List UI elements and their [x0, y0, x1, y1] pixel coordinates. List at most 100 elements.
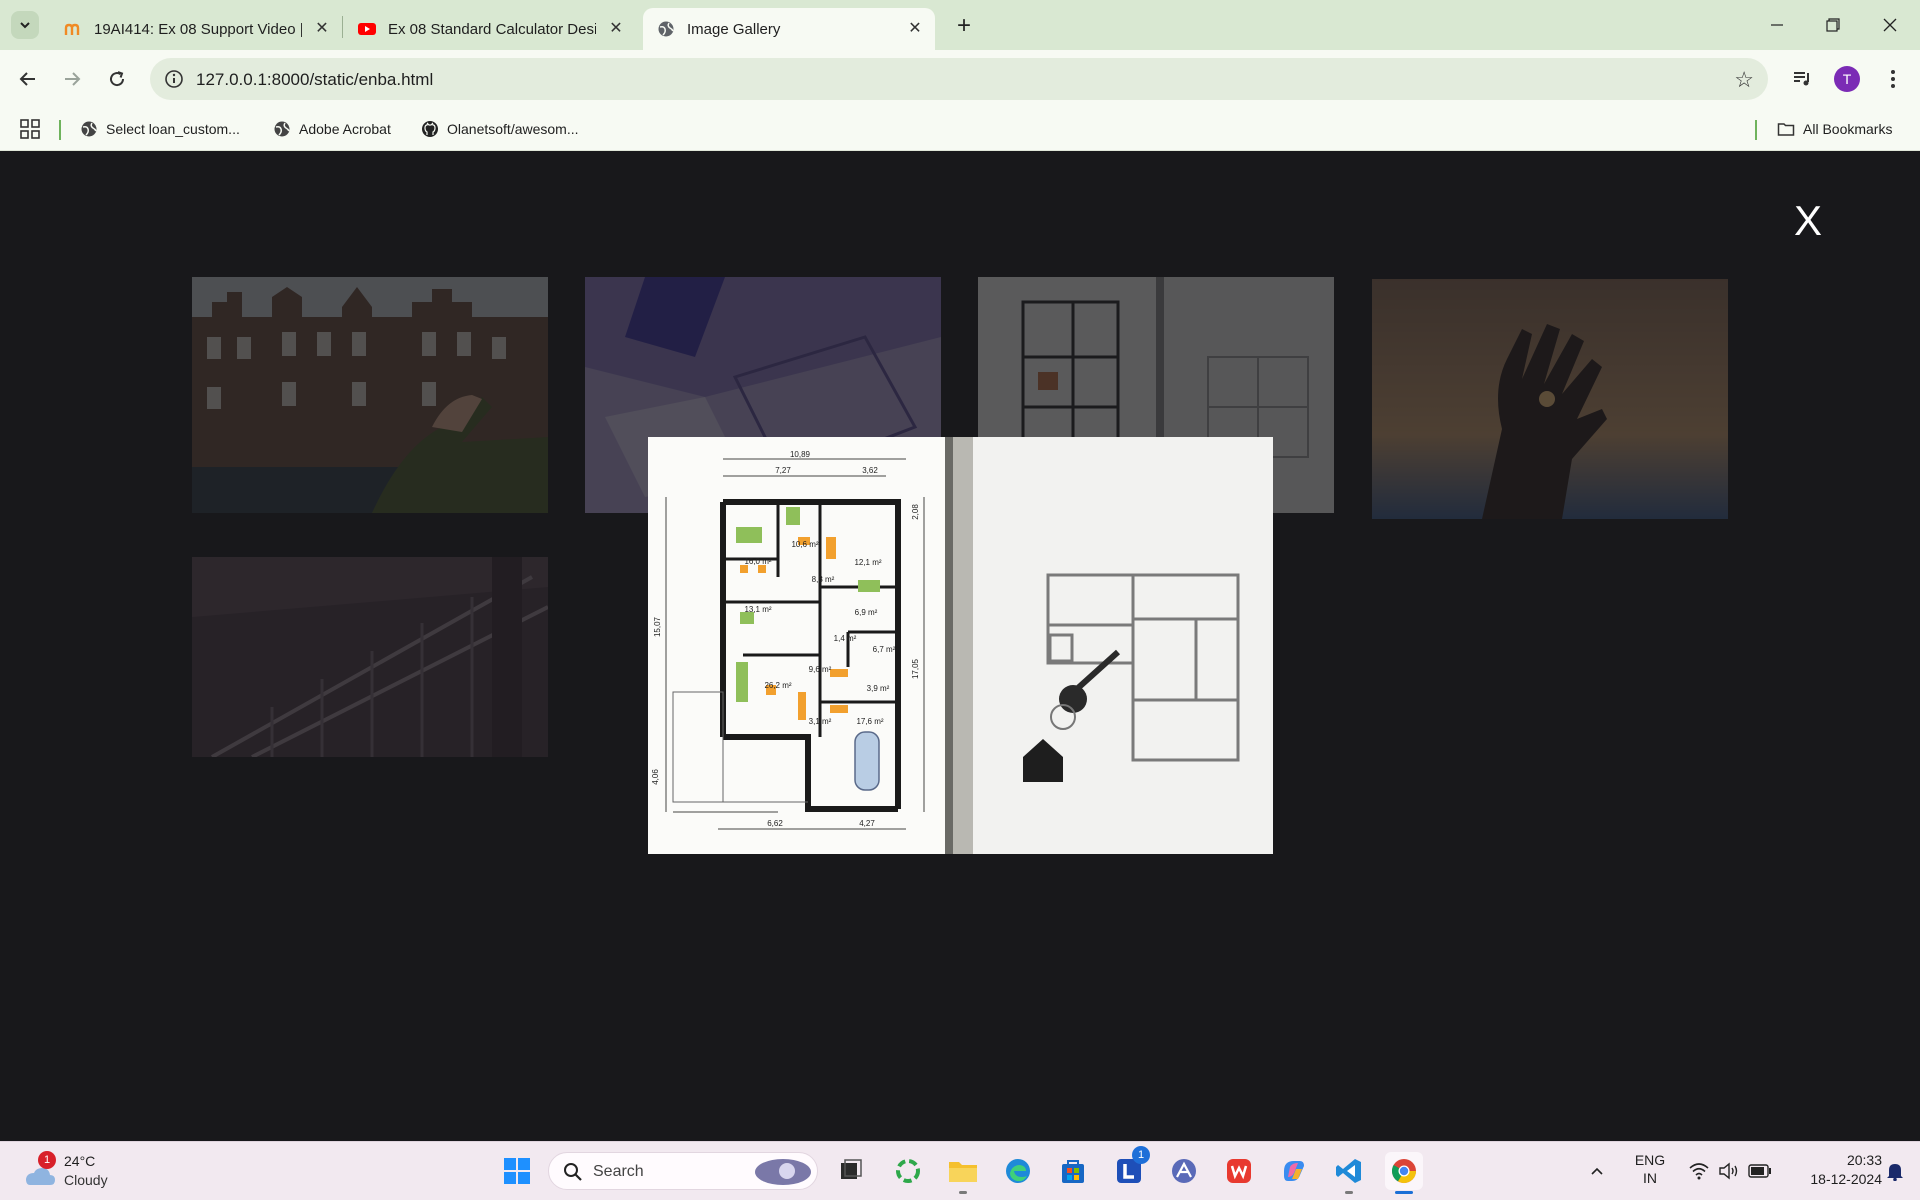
- apps-grid-icon: [20, 119, 40, 139]
- minimize-icon: [1771, 24, 1783, 26]
- back-button[interactable]: [13, 64, 43, 94]
- bookmark-adobe-acrobat[interactable]: Adobe Acrobat: [273, 117, 391, 141]
- edge-browser-icon: [1006, 1159, 1030, 1183]
- running-indicator: [1395, 1191, 1413, 1194]
- bookmark-label: Olanetsoft/awesom...: [447, 121, 579, 137]
- browser-menu-button[interactable]: [1880, 66, 1906, 92]
- close-icon[interactable]: ✕: [312, 18, 332, 38]
- bookmark-label: Select loan_custom...: [106, 121, 240, 137]
- tab-search-button[interactable]: [11, 11, 39, 39]
- taskbar-search[interactable]: Search: [548, 1152, 818, 1190]
- address-bar[interactable]: 127.0.0.1:8000/static/enba.html ☆: [150, 58, 1768, 100]
- dim-label: 6,62: [767, 819, 783, 828]
- room-label: 6,9 m²: [855, 608, 878, 617]
- dim-label: 4,27: [859, 819, 875, 828]
- bell-icon: [1887, 1164, 1903, 1181]
- running-indicator: [1345, 1191, 1353, 1194]
- dim-label: 7,27: [775, 466, 791, 475]
- browser-toolbar: 127.0.0.1:8000/static/enba.html ☆ T: [0, 50, 1920, 108]
- taskbar-edge[interactable]: [999, 1152, 1037, 1190]
- running-indicator: [959, 1191, 967, 1194]
- taskbar-store[interactable]: [1054, 1152, 1092, 1190]
- lightbox-close-button[interactable]: X: [1794, 197, 1822, 245]
- room-label: 3,1 m²: [809, 717, 832, 726]
- tab-support-video[interactable]: 19AI414: Ex 08 Support Video | ✕: [50, 8, 342, 50]
- apps-button[interactable]: [20, 117, 40, 141]
- task-view-button[interactable]: [832, 1152, 870, 1190]
- notification-badge: 1: [1132, 1146, 1150, 1164]
- all-bookmarks-button[interactable]: All Bookmarks: [1777, 117, 1892, 141]
- task-view-icon: [841, 1159, 862, 1179]
- globe-icon: [81, 121, 97, 137]
- reload-button[interactable]: [102, 64, 132, 94]
- taskbar-copilot[interactable]: [1275, 1152, 1313, 1190]
- wps-office-icon: [1227, 1159, 1251, 1183]
- chrome-icon: [1391, 1159, 1416, 1184]
- start-button[interactable]: [498, 1152, 536, 1190]
- bookmark-divider: [1755, 120, 1757, 140]
- gallery-thumbnail-hand-sunset[interactable]: [1372, 279, 1728, 519]
- more-vertical-icon: [1891, 70, 1895, 88]
- room-label: 1,4 m²: [834, 634, 857, 643]
- dim-label: 4,06: [651, 769, 660, 785]
- azure-data-studio-icon: [1172, 1159, 1196, 1183]
- taskbar-app-l[interactable]: 1: [1110, 1146, 1150, 1190]
- volume-icon: [1719, 1162, 1738, 1180]
- tab-strip: 19AI414: Ex 08 Support Video | ✕ Ex 08 S…: [0, 0, 1920, 50]
- taskbar-wps-office[interactable]: [1220, 1152, 1258, 1190]
- bookmark-loan[interactable]: Select loan_custom...: [80, 117, 240, 141]
- tab-title: 19AI414: Ex 08 Support Video |: [94, 20, 302, 38]
- tab-image-gallery[interactable]: Image Gallery ✕: [643, 8, 935, 50]
- close-icon[interactable]: ✕: [905, 18, 925, 38]
- room-label: 6,7 m²: [873, 645, 896, 654]
- bookmark-star-icon[interactable]: ☆: [1734, 67, 1754, 93]
- restore-button[interactable]: [1813, 10, 1853, 40]
- weather-widget[interactable]: 1 24°C Cloudy: [22, 1151, 132, 1193]
- taskbar-app-sync[interactable]: [889, 1152, 927, 1190]
- clock[interactable]: 20:33 18-12-2024: [1782, 1152, 1882, 1187]
- gallery-thumbnail-railing[interactable]: [192, 557, 548, 757]
- show-hidden-icons-button[interactable]: [1582, 1152, 1612, 1190]
- site-info-icon[interactable]: [164, 69, 184, 89]
- bookmark-olanetsoft[interactable]: Olanetsoft/awesom...: [421, 117, 579, 141]
- minimize-button[interactable]: [1757, 10, 1797, 40]
- lightbox-image: 10,89 7,27 3,62 6,62 4,27 15,07 4,06 17,…: [648, 437, 1273, 854]
- all-bookmarks-label: All Bookmarks: [1803, 121, 1893, 137]
- tab-title: Ex 08 Standard Calculator Desig: [388, 20, 596, 38]
- globe-icon: [658, 21, 674, 37]
- notifications-button[interactable]: [1880, 1152, 1910, 1190]
- queue-music-icon: [1794, 72, 1809, 86]
- taskbar-chrome[interactable]: [1385, 1152, 1423, 1194]
- notification-badge: 1: [38, 1151, 56, 1169]
- room-label: 26,2 m²: [764, 681, 791, 690]
- weather-temp: 24°C: [64, 1153, 96, 1169]
- taskbar-app-azure[interactable]: [1165, 1152, 1203, 1190]
- sync-circle-icon: [896, 1159, 920, 1183]
- media-controls-button[interactable]: [1789, 66, 1815, 92]
- restore-icon: [1826, 18, 1840, 32]
- plus-icon: +: [956, 12, 971, 39]
- input-language-button[interactable]: ENG IN: [1628, 1152, 1672, 1186]
- close-icon[interactable]: ✕: [606, 18, 626, 38]
- room-label: 17,6 m²: [856, 717, 883, 726]
- new-tab-button[interactable]: +: [950, 12, 978, 40]
- region-code: IN: [1643, 1170, 1657, 1186]
- tab-calculator-design[interactable]: Ex 08 Standard Calculator Desig ✕: [344, 8, 636, 50]
- bookmark-label: Adobe Acrobat: [299, 121, 391, 137]
- url-text[interactable]: 127.0.0.1:8000/static/enba.html: [196, 70, 433, 90]
- wifi-icon: [1689, 1163, 1709, 1180]
- taskbar-vscode[interactable]: [1330, 1152, 1368, 1194]
- forward-button[interactable]: [57, 64, 87, 94]
- dim-label: 10,89: [790, 450, 811, 459]
- dim-label: 15,07: [653, 616, 662, 637]
- quick-settings-button[interactable]: [1680, 1152, 1780, 1190]
- taskbar-file-explorer[interactable]: [944, 1152, 982, 1194]
- profile-avatar[interactable]: T: [1834, 66, 1860, 92]
- folder-icon: [949, 1162, 977, 1182]
- reload-icon: [110, 71, 125, 87]
- arrow-left-icon: [19, 72, 35, 86]
- room-label: 3,9 m²: [867, 684, 890, 693]
- bookmarks-bar: Select loan_custom... Adobe Acrobat Olan…: [0, 108, 1920, 151]
- gallery-thumbnail-houses[interactable]: [192, 277, 548, 513]
- close-window-button[interactable]: [1870, 10, 1910, 40]
